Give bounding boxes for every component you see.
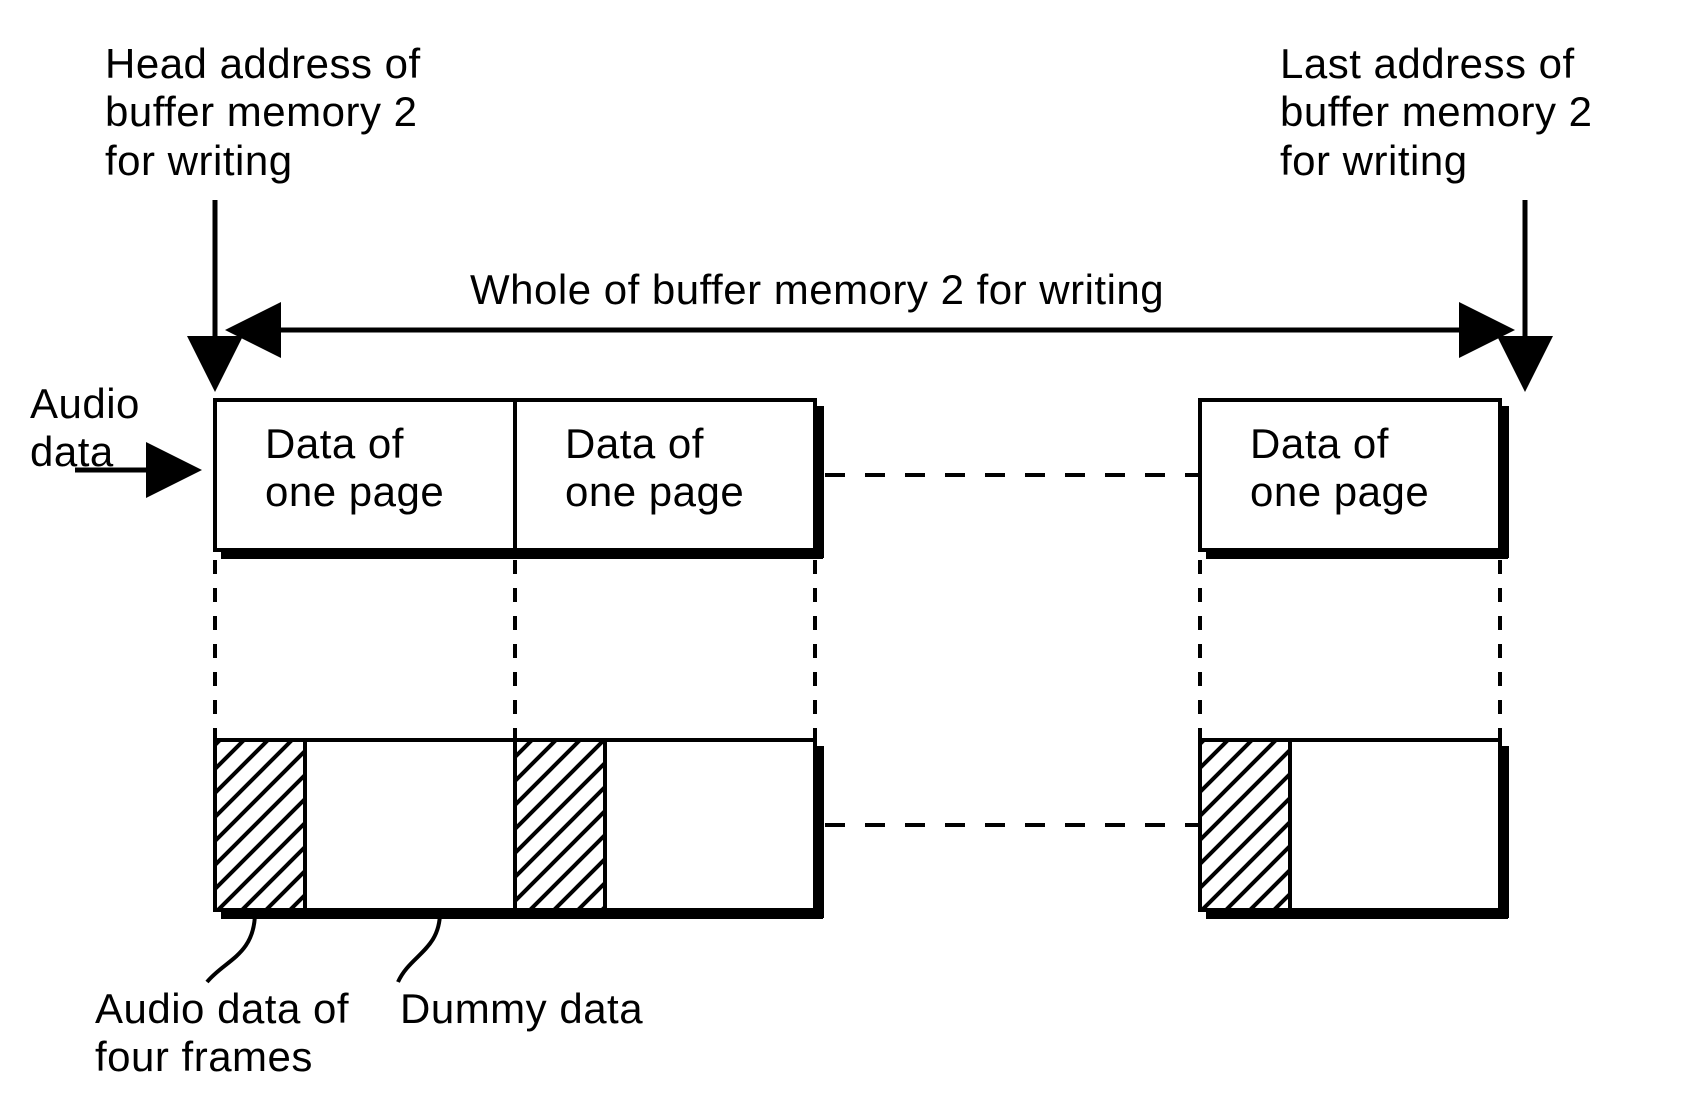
diagram-root: Head address of buffer memory 2 for writ… — [0, 0, 1683, 1094]
page2-label: Data of one page — [565, 420, 744, 517]
dummy-data-label: Dummy data — [400, 985, 643, 1033]
last-address-label: Last address of buffer memory 2 for writ… — [1280, 40, 1593, 185]
audio-data-label: Audio data — [30, 380, 140, 477]
audio-four-frames-label: Audio data of four frames — [95, 985, 349, 1082]
head-address-label: Head address of buffer memory 2 for writ… — [105, 40, 421, 185]
page1-label: Data of one page — [265, 420, 444, 517]
whole-buffer-label: Whole of buffer memory 2 for writing — [470, 266, 1164, 314]
page3-label: Data of one page — [1250, 420, 1429, 517]
